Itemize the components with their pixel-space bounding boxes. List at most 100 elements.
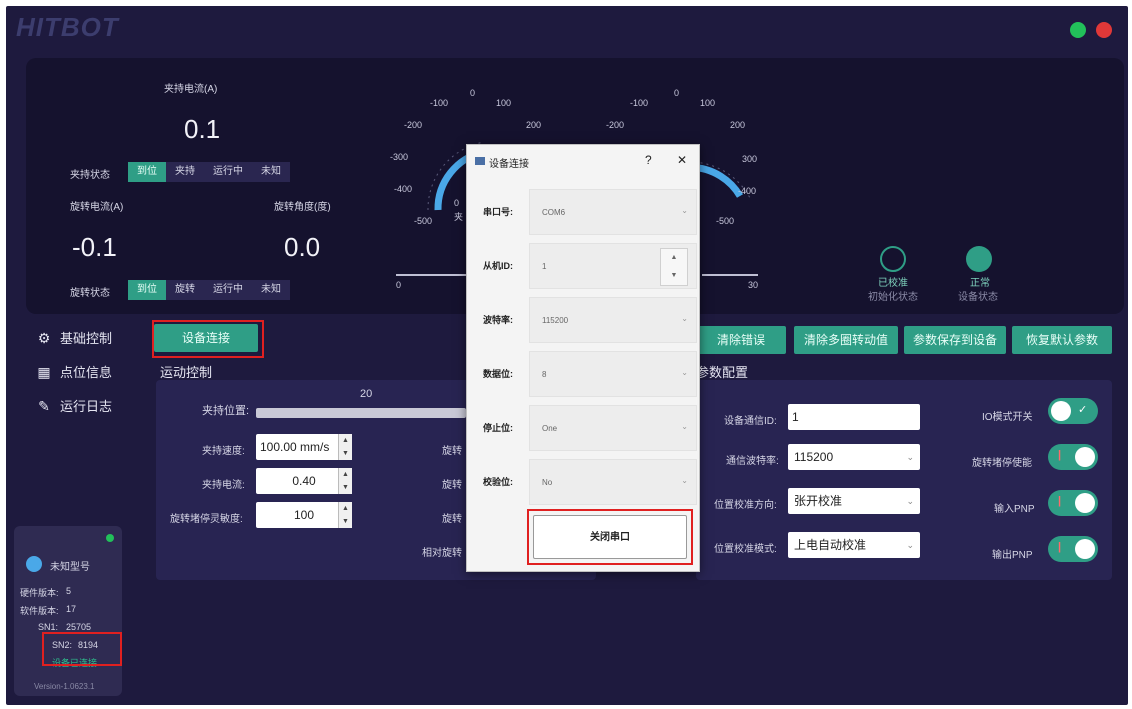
clear-multi-turn-button[interactable]: 清除多圈转动值: [794, 326, 898, 354]
clear-error-button[interactable]: 清除错误: [696, 326, 786, 354]
dialog-baud-select[interactable]: 115200 ⌄: [529, 297, 697, 343]
settings-gear-icon: ⚙: [37, 329, 51, 346]
toggle-knob: [1075, 447, 1095, 467]
save-params-button[interactable]: 参数保存到设备: [904, 326, 1006, 354]
rotate-speed-label-partial: 旋转: [442, 446, 462, 457]
ruler-start-label: 0: [396, 280, 402, 290]
grip-speed-stepper[interactable]: ▲ ▼: [338, 434, 352, 460]
on-bar-icon: |: [1058, 495, 1062, 507]
dialog-help-button[interactable]: ?: [645, 153, 652, 167]
stop-bits-row: 停止位: One ⌄: [483, 405, 697, 451]
rotate-angle-label: 旋转角度(度): [274, 202, 331, 213]
rotate-current-label: 旋转电流(A): [70, 202, 124, 213]
calib-mode-value: 上电自动校准: [794, 538, 867, 552]
parity-value: No: [542, 478, 553, 487]
gauge2-tick-300: 300: [742, 154, 758, 164]
input-pnp-label: 输入PNP: [994, 504, 1035, 515]
rotate-stall-enable-label: 旋转堵停使能: [972, 458, 1032, 469]
grip-position-slider-value: 20: [360, 388, 373, 400]
parity-select[interactable]: No ⌄: [529, 459, 697, 505]
grip-current-input-label: 夹持电流:: [202, 480, 245, 491]
calib-direction-select[interactable]: 张开校准 ⌄: [788, 488, 920, 514]
gauge1-tick-neg400: -400: [394, 184, 413, 194]
comm-id-input[interactable]: 1: [788, 404, 920, 430]
nav-point-info-label: 点位信息: [60, 365, 113, 380]
serial-port-value: COM6: [542, 208, 566, 217]
chevron-down-icon: ⌄: [681, 368, 688, 377]
software-version-label: 软件版本:: [20, 606, 59, 616]
toggle-knob: [1051, 401, 1071, 421]
rotate-stall-enable-toggle[interactable]: |: [1048, 444, 1098, 470]
window-maximize-dot[interactable]: [1070, 22, 1086, 38]
rotate-state-label: 旋转状态: [70, 288, 110, 299]
serial-port-label: 串口号:: [483, 207, 513, 217]
grip-state-running: 运行中: [204, 162, 252, 182]
data-bits-row: 数据位: 8 ⌄: [483, 351, 697, 397]
nav-basic-control[interactable]: ⚙ 基础控制: [36, 328, 112, 347]
nav-run-log[interactable]: ✎ 运行日志: [36, 396, 112, 415]
online-indicator-dot: [106, 534, 114, 542]
io-mode-toggle[interactable]: ✓: [1048, 398, 1098, 424]
chevron-down-icon: ⌄: [906, 540, 914, 550]
gauge1-tick-neg500: -500: [414, 216, 433, 226]
input-pnp-toggle[interactable]: |: [1048, 490, 1098, 516]
rotate-angle-value: 0.0: [284, 232, 321, 262]
baud-rate-select[interactable]: 115200 ⌄: [788, 444, 920, 470]
stall-sensitivity-field[interactable]: 100 ▲ ▼: [256, 502, 352, 528]
data-bits-select[interactable]: 8 ⌄: [529, 351, 697, 397]
grip-current-stepper[interactable]: ▲ ▼: [338, 468, 352, 494]
angle-ruler-right: [702, 274, 758, 276]
grip-position-slider[interactable]: [256, 408, 466, 418]
stop-bits-select[interactable]: One ⌄: [529, 405, 697, 451]
grip-current-field[interactable]: 0.40 ▲ ▼: [256, 468, 352, 494]
gauge1-tick-100: 100: [496, 98, 512, 108]
comm-id-value: 1: [792, 410, 799, 424]
data-bits-label: 数据位:: [483, 369, 513, 379]
grip-state-unknown: 未知: [252, 162, 290, 182]
gauge2-tick-200: 200: [730, 120, 746, 130]
hardware-version-value: 5: [66, 586, 72, 596]
output-pnp-toggle[interactable]: |: [1048, 536, 1098, 562]
params-config-title: 参数配置: [696, 365, 749, 380]
window-close-dot[interactable]: [1096, 22, 1112, 38]
grip-current-label: 夹持电流(A): [164, 84, 218, 95]
grip-speed-field[interactable]: 100.00 mm/s ▲ ▼: [256, 434, 352, 460]
gauge2-tick-100: 100: [700, 98, 716, 108]
grip-state-indicator: 到位 夹持 运行中 未知: [128, 162, 290, 182]
stall-sensitivity-value: 100: [293, 508, 315, 522]
device-normal-icon: [966, 246, 992, 272]
output-pnp-label: 输出PNP: [992, 550, 1033, 561]
calib-mode-select[interactable]: 上电自动校准 ⌄: [788, 532, 920, 558]
baud-rate-label: 通信波特率:: [726, 456, 779, 467]
parity-row: 校验位: No ⌄: [483, 459, 697, 505]
stop-bits-value: One: [542, 424, 558, 433]
io-mode-label: IO模式开关: [982, 412, 1033, 423]
stall-sensitivity-stepper[interactable]: ▲ ▼: [338, 502, 352, 528]
gauge1-tick-0: 0: [470, 88, 476, 98]
calibrated-icon: [880, 246, 906, 272]
toggle-knob: [1075, 539, 1095, 559]
chevron-down-icon: ⌄: [681, 422, 688, 431]
slave-id-spinbox[interactable]: 1 ▲ ▼: [529, 243, 697, 289]
baud-rate-value: 115200: [794, 450, 834, 464]
serial-port-select[interactable]: COM6 ⌄: [529, 189, 697, 235]
device-connect-dialog: 设备连接 ? ✕ 串口号: COM6 ⌄ 从机ID: 1 ▲ ▼ 波特率: 115…: [466, 144, 700, 572]
restore-default-button[interactable]: 恢复默认参数: [1012, 326, 1112, 354]
gauge2-tick-500: -500: [716, 216, 735, 226]
close-port-highlight-box: [527, 509, 693, 565]
calib-mode-label: 位置校准模式:: [714, 544, 777, 555]
gauge1-tick-neg100: -100: [430, 98, 449, 108]
grip-current-value: 0.1: [184, 114, 221, 144]
nav-point-info[interactable]: ▦ 点位信息: [36, 362, 112, 381]
grip-state-clamping: 夹持: [166, 162, 204, 182]
dialog-baud-value: 115200: [542, 316, 569, 325]
slave-id-stepper[interactable]: ▲ ▼: [660, 248, 688, 286]
rotate-sensitivity-label-partial: 旋转: [442, 514, 462, 525]
dialog-close-button[interactable]: ✕: [677, 153, 687, 167]
calib-direction-value: 张开校准: [794, 494, 843, 508]
gauge2-tick-400: -400: [738, 186, 757, 196]
chevron-down-icon: ⌄: [681, 206, 688, 215]
device-status-title: 正常: [970, 278, 990, 289]
stop-bits-label: 停止位:: [483, 423, 513, 433]
rotate-current-value: -0.1: [72, 232, 117, 262]
